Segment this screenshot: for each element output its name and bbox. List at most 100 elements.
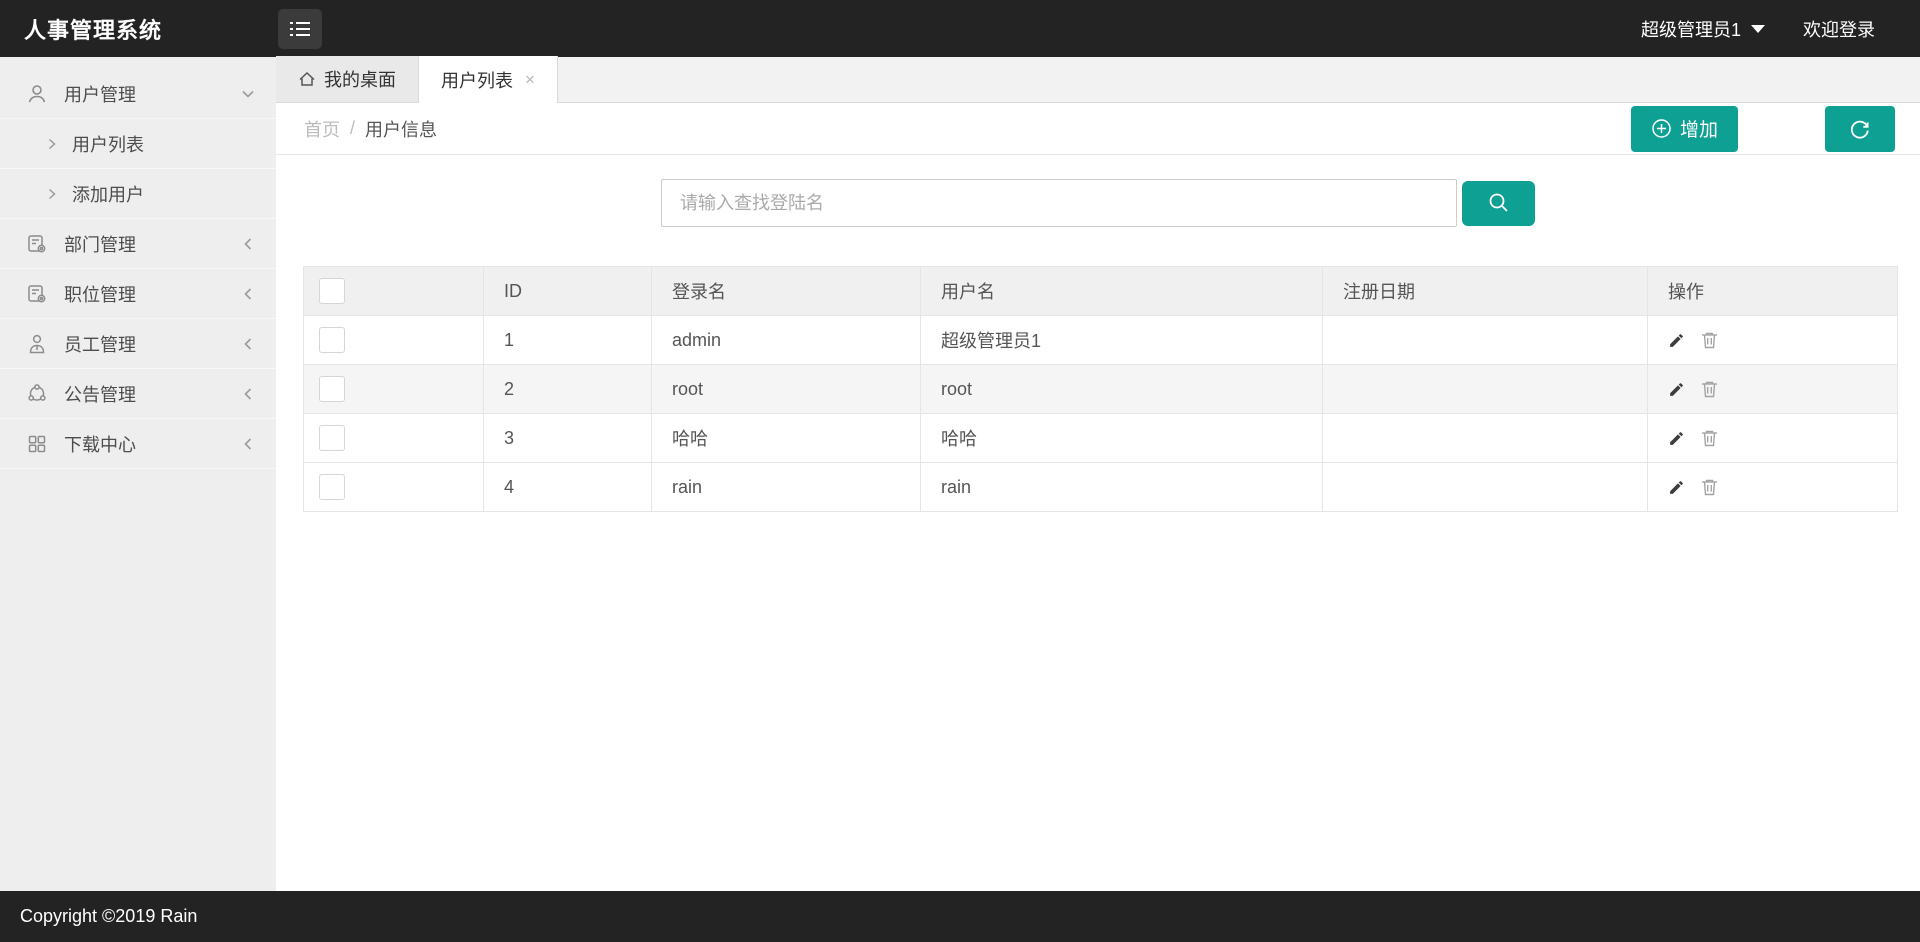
chevron-down-icon <box>240 86 256 102</box>
pencil-icon <box>1668 479 1685 496</box>
column-header-login: 登录名 <box>651 266 921 316</box>
sidebar-item-label: 公告管理 <box>64 384 136 405</box>
sidebar-item-label: 下载中心 <box>64 434 136 455</box>
tab-user-list[interactable]: 用户列表 × <box>419 56 558 103</box>
sidebar-item-announcement-management[interactable]: 公告管理 <box>0 369 276 419</box>
column-header-actions: 操作 <box>1647 266 1898 316</box>
sidebar-subitem-label: 添加用户 <box>72 184 144 205</box>
sidebar-item-label: 用户管理 <box>64 84 136 105</box>
app-title: 人事管理系统 <box>24 17 163 43</box>
sidebar-item-download-center[interactable]: 下载中心 <box>0 419 276 469</box>
breadcrumb-current: 用户信息 <box>365 119 438 140</box>
sidebar: 用户管理 用户列表 添加用户 部门管理 职位管理 员工管理 公告管理 下载中心 <box>0 57 276 891</box>
table-row: 4 rain rain <box>303 462 1898 512</box>
column-header-id: ID <box>483 266 652 316</box>
table-body: 1 admin 超级管理员1 2 root root 3 哈哈 哈哈 4 rai… <box>303 315 1898 512</box>
chevron-right-icon <box>46 137 58 151</box>
edit-button[interactable] <box>1668 381 1685 398</box>
cell-id: 1 <box>483 315 652 365</box>
sidebar-item-label: 职位管理 <box>64 284 136 305</box>
search-row <box>276 179 1920 227</box>
sidebar-subitem-add-user[interactable]: 添加用户 <box>0 169 276 219</box>
column-header-username: 用户名 <box>920 266 1323 316</box>
cell-login: 哈哈 <box>651 413 921 463</box>
caret-down-icon <box>1751 24 1765 33</box>
cell-username: root <box>920 364 1323 414</box>
user-name: 超级管理员1 <box>1640 19 1741 40</box>
search-button[interactable] <box>1462 180 1535 226</box>
cell-regdate <box>1322 364 1648 414</box>
sidebar-item-user-management[interactable]: 用户管理 <box>0 69 276 119</box>
cell-id: 3 <box>483 413 652 463</box>
cell-username: rain <box>920 462 1323 512</box>
row-checkbox[interactable] <box>319 425 345 451</box>
refresh-icon <box>1848 117 1872 141</box>
copyright-text: Copyright ©2019 Rain <box>20 906 198 926</box>
pencil-icon <box>1668 332 1685 349</box>
edit-button[interactable] <box>1668 479 1685 496</box>
sidebar-subitem-user-list[interactable]: 用户列表 <box>0 119 276 169</box>
chevron-left-icon <box>240 236 256 252</box>
magnifier-icon <box>1486 190 1512 216</box>
cell-username: 超级管理员1 <box>920 315 1323 365</box>
trash-icon <box>1701 331 1718 349</box>
close-icon[interactable]: × <box>525 71 535 88</box>
cell-regdate <box>1322 413 1648 463</box>
edit-button[interactable] <box>1668 332 1685 349</box>
cell-login: admin <box>651 315 921 365</box>
user-icon <box>26 83 48 105</box>
select-all-checkbox[interactable] <box>319 278 345 304</box>
sidebar-item-department-management[interactable]: 部门管理 <box>0 219 276 269</box>
chevron-left-icon <box>240 286 256 302</box>
chevron-left-icon <box>240 436 256 452</box>
refresh-button[interactable] <box>1825 105 1895 152</box>
trash-icon <box>1701 380 1718 398</box>
cell-login: rain <box>651 462 921 512</box>
delete-button[interactable] <box>1701 331 1718 349</box>
add-button[interactable]: 增加 <box>1631 105 1738 152</box>
sidebar-subitem-label: 用户列表 <box>72 134 144 155</box>
sidebar-item-label: 员工管理 <box>64 334 136 355</box>
app-footer: Copyright ©2019 Rain <box>0 891 1920 942</box>
trash-icon <box>1701 478 1718 496</box>
breadcrumb-toolbar-row: 首页 / 用户信息 增加 <box>276 103 1920 155</box>
search-input[interactable] <box>661 179 1457 227</box>
delete-button[interactable] <box>1701 380 1718 398</box>
cell-regdate <box>1322 315 1648 365</box>
employee-icon <box>26 333 48 355</box>
share-nodes-icon <box>26 383 48 405</box>
tab-label: 我的桌面 <box>324 70 396 90</box>
table-row: 1 admin 超级管理员1 <box>303 315 1898 365</box>
cell-username: 哈哈 <box>920 413 1323 463</box>
tab-my-desktop[interactable]: 我的桌面 <box>276 56 419 102</box>
sidebar-toggle-button[interactable] <box>278 8 322 49</box>
row-checkbox[interactable] <box>319 376 345 402</box>
row-checkbox[interactable] <box>319 327 345 353</box>
breadcrumb-home-link[interactable]: 首页 <box>304 116 340 142</box>
cell-login: root <box>651 364 921 414</box>
tab-bar: 我的桌面 用户列表 × <box>276 56 1920 103</box>
main-area: 我的桌面 用户列表 × 首页 / 用户信息 增加 请输入查找登陆名 ID 登录名… <box>276 56 1920 891</box>
breadcrumb: 首页 / 用户信息 <box>304 116 437 142</box>
cell-id: 4 <box>483 462 652 512</box>
welcome-link[interactable]: 欢迎登录 <box>1803 16 1875 42</box>
plus-circle-icon <box>1651 118 1672 139</box>
menu-list-icon <box>289 19 311 39</box>
document-gear-icon <box>26 233 48 255</box>
user-dropdown[interactable]: 超级管理员1 <box>1641 16 1765 42</box>
delete-button[interactable] <box>1701 478 1718 496</box>
delete-button[interactable] <box>1701 429 1718 447</box>
document-gear-icon <box>26 283 48 305</box>
pencil-icon <box>1668 381 1685 398</box>
tab-label: 用户列表 <box>441 70 513 91</box>
row-checkbox[interactable] <box>319 474 345 500</box>
sidebar-item-employee-management[interactable]: 员工管理 <box>0 319 276 369</box>
column-header-regdate: 注册日期 <box>1322 266 1648 316</box>
edit-button[interactable] <box>1668 430 1685 447</box>
chevron-left-icon <box>240 386 256 402</box>
user-table: ID 登录名 用户名 注册日期 操作 1 admin 超级管理员1 2 root… <box>303 266 1898 512</box>
sidebar-item-position-management[interactable]: 职位管理 <box>0 269 276 319</box>
grid-icon <box>26 433 48 455</box>
cell-regdate <box>1322 462 1648 512</box>
add-button-label: 增加 <box>1679 120 1718 141</box>
